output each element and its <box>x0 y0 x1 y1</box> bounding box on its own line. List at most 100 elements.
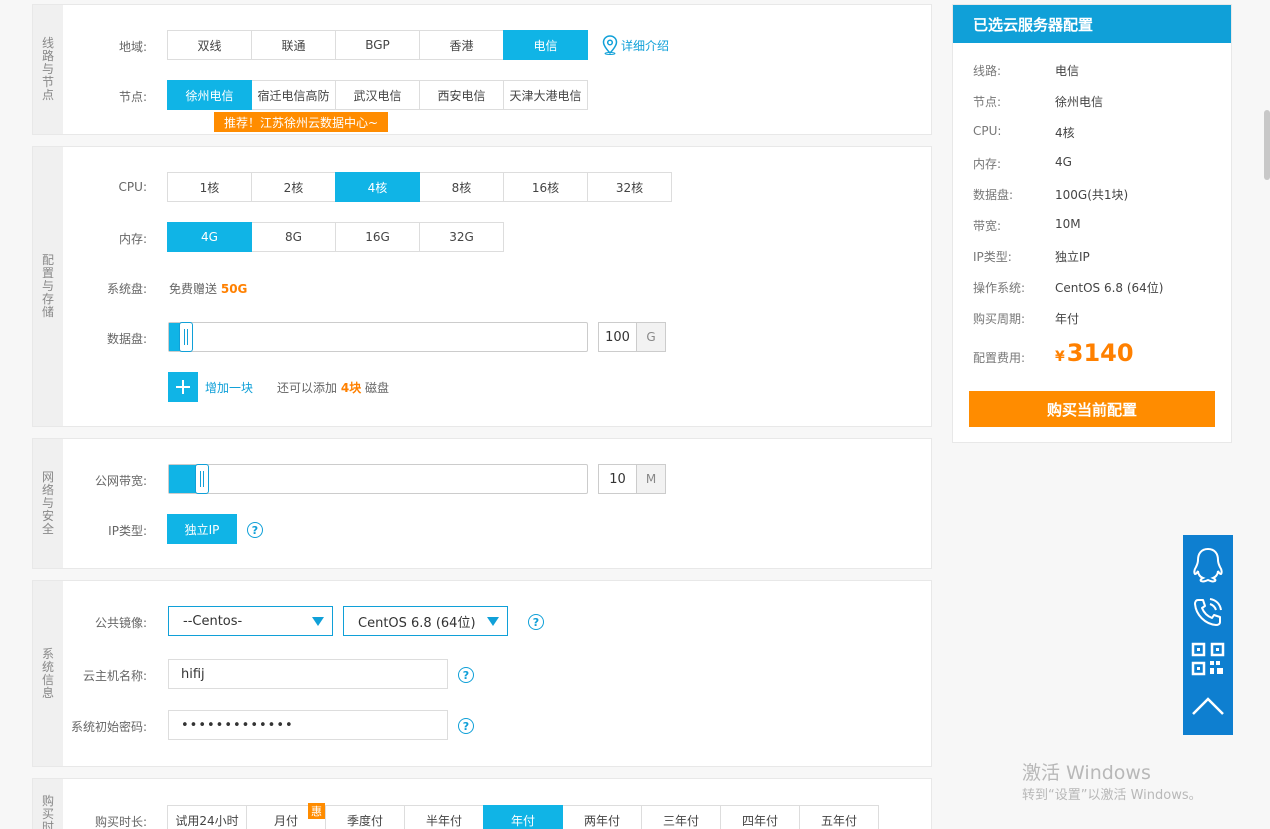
windows-activation-hint: 转到“设置”以激活 Windows。 <box>1022 788 1202 803</box>
duration-option[interactable]: 半年付 <box>404 805 484 829</box>
duration-option[interactable]: 季度付 <box>325 805 405 829</box>
cpu-option[interactable]: 4核 <box>335 172 420 202</box>
memory-option[interactable]: 8G <box>251 222 336 252</box>
cpu-option[interactable]: 2核 <box>251 172 336 202</box>
summary-label: 操作系统: <box>973 281 1026 295</box>
system-disk-text: 免费赠送 <box>169 282 218 296</box>
section-title-line: 线路与节点 <box>33 5 63 134</box>
duration-option[interactable]: 三年付 <box>641 805 721 829</box>
bandwidth-unit: M <box>637 465 665 493</box>
back-to-top-icon[interactable] <box>1188 686 1228 726</box>
memory-option[interactable]: 32G <box>419 222 504 252</box>
memory-option[interactable]: 16G <box>335 222 420 252</box>
duration-option[interactable]: 五年付 <box>799 805 879 829</box>
qq-icon[interactable] <box>1188 545 1228 585</box>
system-disk-info: 免费赠送 50G <box>169 280 247 297</box>
password-help-icon[interactable]: ? <box>458 718 474 734</box>
summary-title: 已选云服务器配置 <box>953 5 1231 43</box>
node-option[interactable]: 天津大港电信 <box>503 80 588 110</box>
config-summary-panel: 已选云服务器配置 线路: 电信 节点: 徐州电信 CPU: 4核 内存: 4G … <box>952 4 1232 443</box>
add-disk-button[interactable] <box>168 372 198 402</box>
node-option[interactable]: 西安电信 <box>419 80 504 110</box>
summary-label: 带宽: <box>973 219 1002 233</box>
location-pin-icon <box>602 35 618 55</box>
summary-value: 电信 <box>1055 64 1080 78</box>
ip-type-option[interactable]: 独立IP <box>167 514 237 544</box>
hostname-help-icon[interactable]: ? <box>458 667 474 683</box>
summary-label: 购买周期: <box>973 312 1026 326</box>
bandwidth-input[interactable]: 10 <box>599 465 637 493</box>
image-version-value: CentOS 6.8 (64位) <box>358 615 476 631</box>
network-security-section: 网络与安全 公网带宽: 10 M IP类型: 独立IP ? <box>32 438 932 569</box>
float-contact-bar <box>1183 535 1233 735</box>
page-scrollbar[interactable] <box>1264 110 1270 180</box>
bandwidth-slider-handle[interactable] <box>195 464 209 494</box>
cpu-option[interactable]: 1核 <box>167 172 252 202</box>
region-option[interactable]: 联通 <box>251 30 336 60</box>
duration-option[interactable]: 试用24小时 <box>167 805 247 829</box>
windows-activation-title: 激活 Windows <box>1022 762 1151 784</box>
duration-option[interactable]: 年付 <box>483 805 563 829</box>
summary-value: 4G <box>1055 155 1072 169</box>
discount-badge: 惠 <box>308 803 325 819</box>
region-option[interactable]: BGP <box>335 30 420 60</box>
cpu-options: 1核 2核 4核 8核 16核 32核 <box>167 172 672 202</box>
summary-label: 数据盘: <box>973 188 1014 202</box>
plus-icon <box>176 380 190 394</box>
cpu-label: CPU: <box>118 180 147 194</box>
data-disk-unit: G <box>637 323 665 351</box>
add-disk-link[interactable]: 增加一块 <box>205 379 253 396</box>
password-input[interactable]: ••••••••••••• <box>168 710 448 740</box>
memory-option[interactable]: 4G <box>167 222 252 252</box>
node-option[interactable]: 徐州电信 <box>167 80 252 110</box>
memory-label: 内存: <box>118 232 147 246</box>
node-option[interactable]: 武汉电信 <box>335 80 420 110</box>
summary-label: 内存: <box>973 157 1002 171</box>
price-value: 3140 <box>1066 339 1134 367</box>
bandwidth-slider-fill <box>169 465 197 493</box>
chevron-down-icon <box>312 617 324 626</box>
detail-link[interactable]: 详细介绍 <box>602 35 669 55</box>
summary-value: 独立IP <box>1055 250 1090 264</box>
line-node-section: 线路与节点 地域: 双线 联通 BGP 香港 电信 详细介绍 节点: 徐州电信 … <box>32 4 932 135</box>
qrcode-icon[interactable] <box>1188 639 1228 679</box>
image-family-value: --Centos- <box>183 613 243 629</box>
region-option[interactable]: 双线 <box>167 30 252 60</box>
data-disk-slider-handle[interactable] <box>179 322 193 352</box>
image-version-select[interactable]: CentOS 6.8 (64位) <box>343 606 508 636</box>
cpu-option[interactable]: 16核 <box>503 172 588 202</box>
add-disk-hint: 还可以添加 4块 磁盘 <box>277 381 390 395</box>
fee-label: 配置费用: <box>973 351 1026 365</box>
duration-option[interactable]: 四年付 <box>720 805 800 829</box>
buy-button[interactable]: 购买当前配置 <box>969 391 1215 427</box>
image-help-icon[interactable]: ? <box>528 614 544 630</box>
ip-help-icon[interactable]: ? <box>247 522 263 538</box>
node-options: 徐州电信 宿迁电信高防 武汉电信 西安电信 天津大港电信 <box>167 80 588 110</box>
config-storage-section: 配置与存储 CPU: 1核 2核 4核 8核 16核 32核 内存: 4G 8G… <box>32 146 932 427</box>
node-option[interactable]: 宿迁电信高防 <box>251 80 336 110</box>
ip-type-options: 独立IP <box>167 514 237 544</box>
system-disk-size: 50G <box>220 282 248 296</box>
region-option[interactable]: 香港 <box>419 30 504 60</box>
hostname-label: 云主机名称: <box>82 669 147 683</box>
summary-label: IP类型: <box>973 250 1012 264</box>
phone-icon[interactable] <box>1188 592 1228 632</box>
summary-value: 10M <box>1055 217 1081 231</box>
data-disk-slider[interactable] <box>168 322 588 352</box>
summary-value: 年付 <box>1055 312 1080 326</box>
cpu-option[interactable]: 8核 <box>419 172 504 202</box>
bandwidth-slider[interactable] <box>168 464 588 494</box>
chevron-down-icon <box>487 617 499 626</box>
summary-label: 线路: <box>973 64 1002 78</box>
data-disk-size-input[interactable]: 100 <box>599 323 637 351</box>
region-label: 地域: <box>118 40 147 54</box>
data-disk-label: 数据盘: <box>106 332 147 346</box>
cpu-option[interactable]: 32核 <box>587 172 672 202</box>
region-options: 双线 联通 BGP 香港 电信 <box>167 30 588 60</box>
region-option[interactable]: 电信 <box>503 30 588 60</box>
node-label: 节点: <box>118 90 147 104</box>
summary-value: CentOS 6.8 (64位) <box>1055 281 1164 295</box>
image-family-select[interactable]: --Centos- <box>168 606 333 636</box>
duration-option[interactable]: 两年付 <box>562 805 642 829</box>
hostname-input[interactable] <box>168 659 448 689</box>
